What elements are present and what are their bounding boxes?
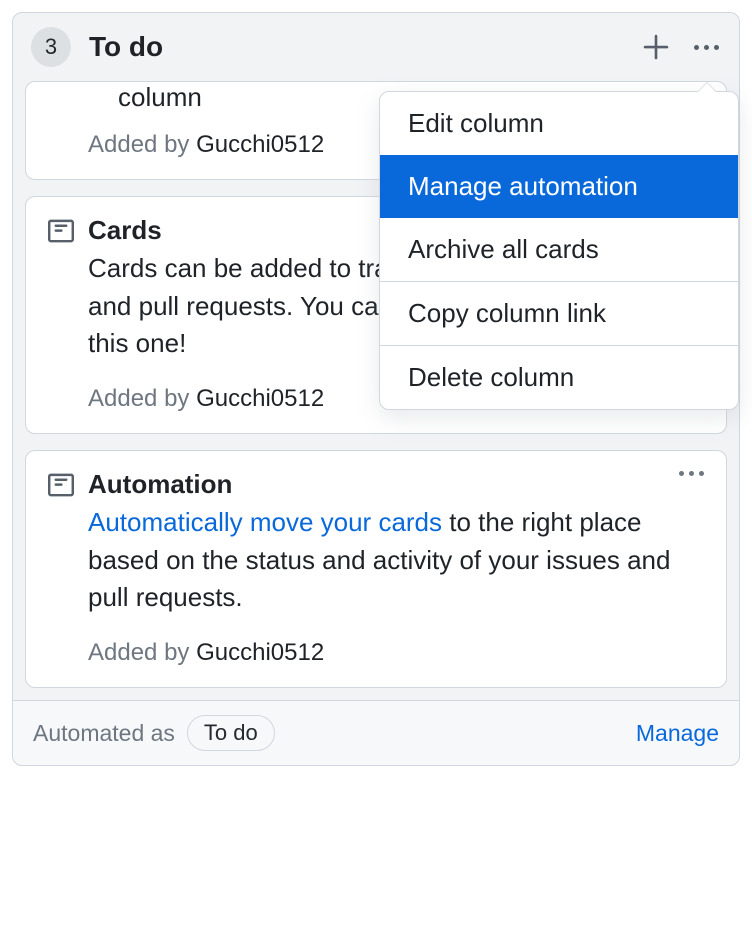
column-header: 3 To do Edit column Manage automation Ar…: [13, 13, 739, 81]
added-by-label: Added by: [88, 131, 196, 158]
column-menu-dropdown: Edit column Manage automation Archive al…: [379, 91, 739, 410]
automated-as-label: Automated as: [33, 720, 175, 747]
add-card-button[interactable]: [641, 32, 671, 62]
menu-archive-all[interactable]: Archive all cards: [380, 218, 738, 281]
card-title: Automation: [88, 469, 232, 500]
plus-icon: [642, 33, 670, 61]
automation-link[interactable]: Automatically move your cards: [88, 507, 442, 537]
menu-delete-column[interactable]: Delete column: [380, 346, 738, 409]
note-icon: [48, 218, 74, 244]
card-author[interactable]: Gucchi0512: [196, 131, 324, 158]
automation-status: Automated as To do: [33, 715, 275, 751]
column-title: To do: [89, 31, 641, 63]
menu-manage-automation[interactable]: Manage automation: [380, 155, 738, 218]
column-footer: Automated as To do Manage: [13, 700, 739, 765]
kebab-icon: [694, 45, 719, 50]
note-card[interactable]: Automation Automatically move your cards…: [25, 450, 727, 688]
card-menu-button[interactable]: [679, 471, 704, 476]
card-count-badge: 3: [31, 27, 71, 67]
card-author[interactable]: Gucchi0512: [196, 639, 324, 666]
card-title: Cards: [88, 215, 162, 246]
menu-copy-link[interactable]: Copy column link: [380, 282, 738, 345]
added-by-label: Added by: [88, 639, 196, 666]
card-author[interactable]: Gucchi0512: [196, 385, 324, 412]
column-header-actions: [641, 32, 721, 62]
menu-edit-column[interactable]: Edit column: [380, 92, 738, 155]
card-body: Automatically move your cards to the rig…: [88, 504, 704, 617]
added-by-label: Added by: [88, 385, 196, 412]
project-column: 3 To do Edit column Manage automation Ar…: [12, 12, 740, 766]
card-meta: Added by Gucchi0512: [88, 639, 704, 667]
note-icon: [48, 472, 74, 498]
manage-link[interactable]: Manage: [636, 720, 719, 747]
automation-badge: To do: [187, 715, 275, 751]
column-menu-button[interactable]: [691, 32, 721, 62]
